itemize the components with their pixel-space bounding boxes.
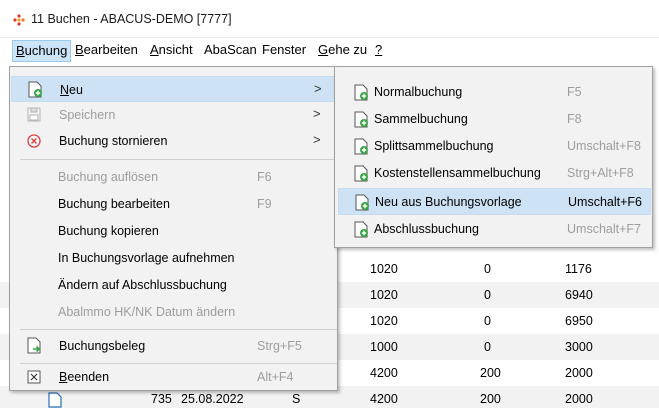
new-document-icon [28, 81, 42, 98]
menu-item-buchung-bearbeiten[interactable]: Buchung bearbeiten F9 [11, 191, 337, 217]
submenu-item-abschlussbuchung[interactable]: Abschlussbuchung Umschalt+F7 [338, 216, 651, 243]
submenu-arrow: > [313, 106, 321, 121]
submenu-item-neu-aus-buchungsvorlage[interactable]: Neu aus Buchungsvorlage Umschalt+F6 [338, 188, 651, 215]
menu-item-buchungsbeleg[interactable]: Buchungsbeleg Strg+F5 [11, 333, 337, 359]
menu-help[interactable]: ? [372, 40, 385, 62]
save-icon [27, 107, 41, 122]
abacus-logo-icon [13, 14, 25, 26]
menu-item-neu[interactable]: Neu > [11, 76, 337, 102]
window-title: 11 Buchen - ABACUS-DEMO [7777] [31, 12, 232, 26]
menu-item-buchung-kopieren[interactable]: Buchung kopieren [11, 218, 337, 244]
menu-buchung[interactable]: Buchung [12, 40, 72, 62]
document-icon [48, 392, 62, 408]
menu-item-buchung-stornieren[interactable]: Buchung stornieren > [11, 128, 337, 154]
submenu-arrow: > [313, 132, 321, 147]
menu-gehe-zu[interactable]: Gehe zu [315, 40, 370, 62]
document-arrow-icon [27, 337, 41, 354]
menu-item-speichern[interactable]: Speichern > [11, 102, 337, 128]
menu-ansicht[interactable]: Ansicht [147, 40, 196, 62]
new-document-icon [354, 165, 368, 182]
menu-item-abalmmo-datum-aendern[interactable]: Abalmmo HK/NK Datum ändern [11, 299, 337, 325]
submenu-item-kostenstellensammelbuchung[interactable]: Kostenstellensammelbuchung Strg+Alt+F8 [338, 160, 651, 187]
buchung-dropdown-menu: Neu > Speichern > Buchung stornieren > B… [9, 66, 338, 391]
new-document-icon [354, 84, 368, 101]
menu-item-aendern-auf-abschlussbuchung[interactable]: Ändern auf Abschlussbuchung [11, 272, 337, 298]
new-document-icon [354, 138, 368, 155]
menu-separator [20, 159, 337, 160]
menu-item-buchung-aufloesen[interactable]: Buchung auflösen F6 [11, 164, 337, 190]
new-document-icon [355, 194, 369, 211]
menu-abascan[interactable]: AbaScan [201, 40, 260, 62]
new-document-icon [354, 221, 368, 238]
menu-item-in-buchungsvorlage-aufnehmen[interactable]: In Buchungsvorlage aufnehmen [11, 245, 337, 271]
menu-fenster[interactable]: Fenster [259, 40, 309, 62]
neu-submenu: Normalbuchung F5 Sammelbuchung F8 Splitt… [334, 66, 653, 248]
cancel-icon [27, 134, 41, 148]
submenu-item-normalbuchung[interactable]: Normalbuchung F5 [338, 79, 651, 106]
submenu-arrow: > [314, 81, 322, 96]
submenu-item-sammelbuchung[interactable]: Sammelbuchung F8 [338, 106, 651, 133]
submenu-item-splittsammelbuchung[interactable]: Splittsammelbuchung Umschalt+F8 [338, 133, 651, 160]
menu-separator [20, 329, 337, 330]
menu-bar: Buchung Bearbeiten Ansicht AbaScan Fenst… [0, 38, 659, 62]
new-document-icon [354, 111, 368, 128]
menu-bearbeiten[interactable]: Bearbeiten [72, 40, 141, 62]
title-bar: 11 Buchen - ABACUS-DEMO [7777] [0, 0, 659, 38]
menu-item-beenden[interactable]: Beenden Alt+F4 [11, 364, 337, 390]
close-box-icon [27, 370, 41, 384]
